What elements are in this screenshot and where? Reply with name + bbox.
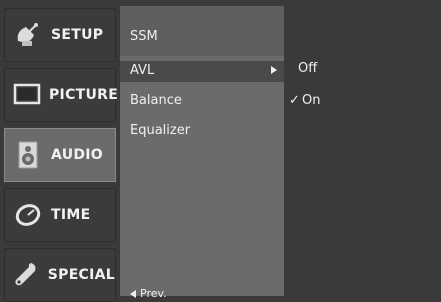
tab-time[interactable]: TIME [4, 188, 116, 242]
tab-label: TIME [51, 207, 91, 223]
speaker-icon [13, 140, 43, 170]
osd-menu: SETUP PICTURE AUDIO TIME SPECIAL SSM AVL… [0, 0, 441, 302]
menu-item-balance[interactable]: Balance [130, 93, 182, 109]
satellite-dish-icon [13, 20, 43, 50]
tab-setup[interactable]: SETUP [4, 8, 116, 62]
menu-item-ssm[interactable]: SSM [130, 29, 158, 45]
avl-options: Off ✓ On [284, 6, 441, 296]
option-off[interactable]: Off [298, 61, 317, 77]
tab-picture[interactable]: PICTURE [4, 68, 119, 122]
wrench-icon [13, 260, 40, 290]
checkmark-icon: ✓ [289, 93, 300, 108]
tab-audio[interactable]: AUDIO [4, 128, 116, 182]
tab-special[interactable]: SPECIAL [4, 248, 116, 302]
arrow-right-icon [271, 66, 277, 74]
prev-button[interactable]: Prev. [130, 287, 167, 301]
option-on[interactable]: On [302, 93, 320, 109]
tab-label: SETUP [51, 27, 104, 43]
monitor-icon [13, 80, 41, 110]
tab-label: SPECIAL [47, 267, 115, 283]
clock-icon [13, 200, 43, 230]
sidebar: SETUP PICTURE AUDIO TIME SPECIAL [0, 0, 120, 302]
menu-item-avl[interactable]: AVL [130, 63, 154, 79]
tab-label: AUDIO [51, 147, 104, 163]
audio-submenu: SSM AVL Balance Equalizer Prev. [120, 6, 284, 300]
prev-label: Prev. [140, 287, 167, 300]
arrow-left-icon [130, 290, 136, 298]
menu-item-equalizer[interactable]: Equalizer [130, 123, 190, 139]
tab-label: PICTURE [49, 87, 119, 103]
